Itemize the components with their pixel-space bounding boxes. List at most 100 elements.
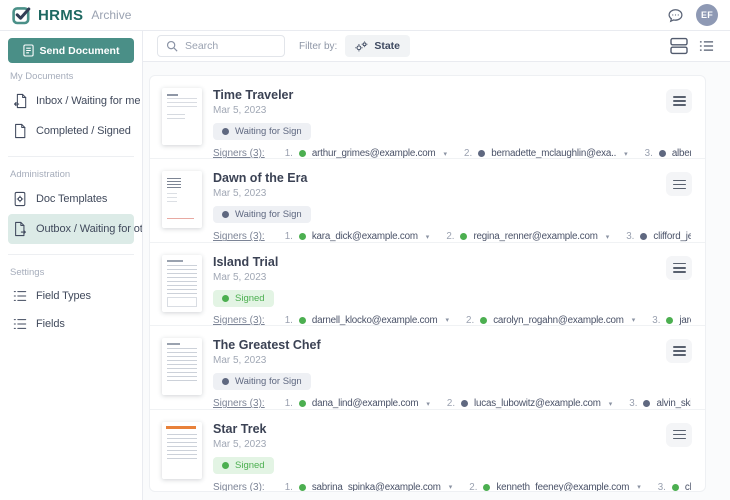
sidebar-item-label: Doc Templates — [36, 193, 108, 205]
document-title[interactable]: Time Traveler — [213, 88, 691, 102]
sidebar-item-field-types[interactable]: Field Types — [8, 282, 134, 310]
brand-suffix: Archive — [91, 8, 132, 22]
signer-item[interactable]: 3. clara_abernathy@example.c.. ▾ — [658, 482, 691, 491]
view-toggles — [667, 35, 716, 57]
send-document-button[interactable]: Send Document — [8, 38, 134, 63]
chevron-down-icon[interactable]: ▾ — [426, 400, 430, 408]
signer-item[interactable]: 1. arthur_grimes@example.com ▾ — [285, 148, 447, 159]
signer-status-dot — [298, 400, 306, 408]
row-menu-button[interactable] — [666, 172, 692, 197]
signer-index: 2. — [446, 398, 456, 410]
status-dot-icon — [222, 128, 229, 135]
status-badge: Waiting for Sign — [213, 206, 311, 224]
document-thumbnail[interactable] — [162, 254, 202, 312]
signer-item[interactable]: 3. alberta_spencer@example.c.. ▾ — [645, 148, 691, 159]
brand-name: HRMS — [38, 6, 84, 24]
row-menu-button[interactable] — [666, 422, 692, 447]
chevron-down-icon[interactable]: ▾ — [632, 316, 636, 324]
signer-item[interactable]: 2. kenneth_feeney@example.com ▾ — [469, 482, 641, 491]
signer-item[interactable]: 3. clifford_jenkins@example.com ▾ — [626, 231, 691, 242]
status-dot-icon — [222, 294, 229, 302]
main-area: Filter by: State — [143, 31, 730, 500]
signer-item[interactable]: 2. lucas_lubowitz@example.com ▾ — [447, 398, 612, 409]
document-thumbnail[interactable] — [162, 171, 202, 229]
signer-item[interactable]: 3. alvin_skiles@example.com ▾ — [629, 398, 691, 409]
chevron-down-icon[interactable]: ▾ — [446, 316, 450, 324]
card-view-button[interactable] — [667, 35, 691, 57]
avatar[interactable]: EF — [696, 4, 718, 26]
document-thumbnail[interactable] — [162, 338, 202, 396]
document-title[interactable]: Island Trial — [213, 255, 691, 269]
status-label: Waiting for Sign — [235, 209, 302, 221]
signers-link[interactable]: Signers (3): — [213, 482, 265, 491]
content-area: Time Traveler Mar 5, 2023 Waiting for Si… — [143, 62, 730, 500]
signers-link[interactable]: Signers (3): — [213, 231, 265, 242]
search-input[interactable] — [185, 40, 276, 52]
sidebar-item-doc-templates[interactable]: Doc Templates — [8, 184, 134, 214]
signers-list: 1. darnell_klocko@example.com ▾ 2. carol… — [285, 315, 691, 326]
signer-index: 2. — [466, 314, 475, 326]
sidebar-item-label: Field Types — [36, 290, 91, 302]
sidebar-item-outbox-waiting-for-other[interactable]: Outbox / Waiting for other — [8, 214, 142, 244]
row-menu-button[interactable] — [666, 339, 692, 364]
chevron-down-icon[interactable]: ▾ — [637, 483, 641, 491]
list-view-button[interactable] — [697, 37, 716, 55]
signers-link[interactable]: Signers (3): — [213, 398, 265, 409]
chevron-down-icon[interactable]: ▾ — [444, 150, 448, 158]
document-title[interactable]: Dawn of the Era — [213, 171, 691, 185]
signers-link[interactable]: Signers (3): — [213, 315, 265, 326]
signer-email: bernadette_mclaughlin@exa.. — [491, 148, 617, 159]
document-row: Time Traveler Mar 5, 2023 Waiting for Si… — [150, 76, 705, 160]
signer-item[interactable]: 1. sabrina_spinka@example.com ▾ — [285, 482, 453, 491]
document-title[interactable]: The Greatest Chef — [213, 338, 691, 352]
signer-item[interactable]: 2. regina_renner@example.com ▾ — [446, 231, 609, 242]
document-row: Island Trial Mar 5, 2023 Signed Signers … — [150, 243, 705, 327]
signer-item[interactable]: 1. dana_lind@example.com ▾ — [285, 398, 430, 409]
signer-index: 1. — [284, 398, 293, 410]
status-label: Waiting for Sign — [235, 126, 302, 137]
app-window: HRMS Archive EF Send Document My Documen… — [0, 0, 730, 500]
chevron-down-icon[interactable]: ▾ — [449, 483, 453, 491]
document-thumbnail[interactable] — [162, 421, 202, 479]
signer-item[interactable]: 1. darnell_klocko@example.com ▾ — [285, 315, 449, 326]
signer-item[interactable]: 2. carolyn_rogahn@example.com ▾ — [466, 315, 635, 326]
sidebar-item-inbox-waiting-for-me[interactable]: Inbox / Waiting for me — [8, 86, 140, 116]
document-thumbnail[interactable] — [162, 88, 202, 145]
chat-icon[interactable] — [667, 7, 684, 24]
sidebar-section: My Documents Inbox / Waiting for me Comp… — [8, 71, 140, 146]
status-badge: Waiting for Sign — [213, 373, 311, 391]
signer-email: darnell_klocko@example.com — [311, 314, 438, 326]
state-filter-icon — [355, 40, 368, 52]
filter-state-button[interactable]: State — [345, 35, 411, 57]
header-actions: EF — [667, 4, 718, 26]
signer-status-dot — [298, 150, 306, 157]
document-title[interactable]: Star Trek — [213, 422, 691, 436]
signer-email: alvin_skiles@example.com — [656, 398, 691, 410]
chevron-down-icon[interactable]: ▾ — [426, 233, 430, 241]
signer-item[interactable]: 3. jared_losch@example.com ▾ — [652, 315, 691, 326]
signers-link[interactable]: Signers (3): — [213, 148, 265, 159]
document-date: Mar 5, 2023 — [213, 438, 267, 450]
signer-status-dot — [671, 483, 679, 491]
chevron-down-icon[interactable]: ▾ — [624, 150, 628, 158]
signer-status-dot — [640, 233, 648, 241]
document-list: Time Traveler Mar 5, 2023 Waiting for Si… — [149, 75, 706, 492]
body-layout: Send Document My Documents Inbox / Waiti… — [0, 31, 730, 500]
sidebar-section-label: My Documents — [10, 71, 74, 82]
signer-email: kara_dick@example.com — [311, 231, 418, 243]
signer-status-dot — [483, 483, 491, 491]
signers-list: 1. arthur_grimes@example.com ▾ 2. bernad… — [285, 148, 691, 159]
sidebar-item-fields[interactable]: Fields — [8, 310, 134, 338]
chevron-down-icon[interactable]: ▾ — [609, 400, 613, 408]
status-dot-icon — [222, 211, 229, 219]
row-menu-button[interactable] — [666, 255, 692, 280]
hrms-logo-icon — [12, 5, 32, 25]
signer-item[interactable]: 2. bernadette_mclaughlin@exa.. ▾ — [464, 148, 628, 159]
chevron-down-icon[interactable]: ▾ — [606, 233, 610, 241]
sidebar-item-completed-signed[interactable]: Completed / Signed — [8, 116, 134, 146]
row-menu-button[interactable] — [666, 89, 692, 113]
signer-status-dot — [298, 483, 306, 491]
sidebar-section-label: Administration — [10, 169, 71, 180]
signer-item[interactable]: 1. kara_dick@example.com ▾ — [285, 231, 430, 242]
signer-email: carolyn_rogahn@example.com — [493, 314, 624, 326]
